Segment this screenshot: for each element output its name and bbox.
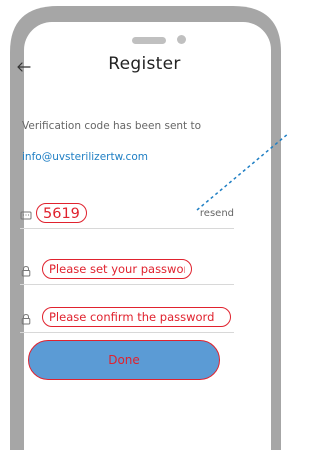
sms-icon [20, 211, 32, 220]
lock-icon [21, 313, 31, 325]
verification-code-input[interactable]: 5619 [36, 203, 87, 223]
camera-icon [177, 35, 186, 44]
speaker-icon [132, 37, 166, 44]
confirm-password-field [20, 306, 234, 333]
password-field [20, 258, 234, 285]
email-address: info@uvsterilizertw.com [22, 151, 148, 163]
resend-link[interactable]: resend [200, 208, 234, 219]
header: Register [0, 54, 289, 88]
password-input[interactable] [42, 259, 192, 279]
lock-icon [21, 265, 31, 277]
verification-notice: Verification code has been sent to [22, 120, 202, 132]
verification-code-field: 5619 resend [20, 202, 234, 229]
confirm-password-input[interactable] [42, 307, 231, 327]
page-title: Register [108, 54, 181, 74]
done-button[interactable]: Done [28, 340, 220, 380]
